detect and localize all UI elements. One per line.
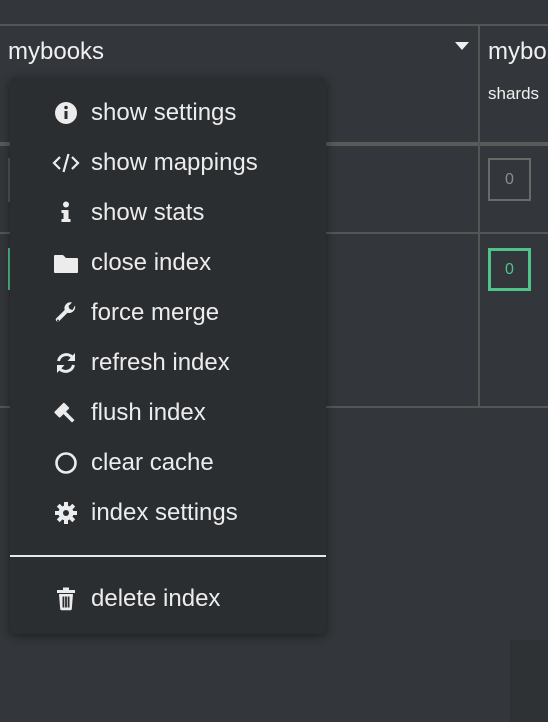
menu-item-label: show settings	[91, 99, 237, 126]
menu-item-label: show mappings	[91, 149, 258, 176]
grid-column-divider	[478, 24, 480, 408]
menu-item-label: close index	[91, 249, 212, 276]
menu-item-label: force merge	[91, 299, 220, 326]
index-name-header[interactable]: mybooks	[8, 38, 104, 66]
menu-item-delete-index[interactable]: delete index	[10, 577, 326, 621]
index-dropdown-caret-icon[interactable]	[455, 42, 469, 50]
menu-item-show-stats[interactable]: show stats	[10, 191, 326, 235]
info-icon	[52, 199, 80, 227]
menu-item-refresh-index[interactable]: refresh index	[10, 341, 326, 385]
menu-item-clear-cache[interactable]: clear cache	[10, 441, 326, 485]
refresh-icon	[52, 349, 80, 377]
menu-item-force-merge[interactable]: force merge	[10, 291, 326, 335]
menu-item-label: index settings	[91, 499, 238, 526]
menu-item-show-mappings[interactable]: show mappings	[10, 141, 326, 185]
menu-item-label: clear cache	[91, 449, 214, 476]
trash-icon	[52, 585, 80, 613]
menu-item-label: refresh index	[91, 349, 230, 376]
menu-item-show-settings[interactable]: show settings	[10, 91, 326, 135]
menu-divider	[10, 555, 326, 557]
info-circle-icon	[52, 99, 80, 127]
next-index-name-header[interactable]: mybo	[488, 38, 547, 66]
shard-unassigned[interactable]: 0	[488, 158, 531, 201]
menu-item-index-settings[interactable]: index settings	[10, 491, 326, 535]
menu-item-close-index[interactable]: close index	[10, 241, 326, 285]
index-actions-menu: show settings show mappings show stats c…	[10, 78, 326, 634]
circle-outline-icon	[52, 449, 80, 477]
corner-shade	[510, 640, 548, 722]
menu-item-label: show stats	[91, 199, 205, 226]
menu-item-flush-index[interactable]: flush index	[10, 391, 326, 435]
grid-line-top	[0, 24, 548, 26]
gavel-icon	[52, 399, 80, 427]
wrench-icon	[52, 299, 80, 327]
code-icon	[52, 149, 80, 177]
folder-icon	[52, 249, 80, 277]
gear-icon	[52, 499, 80, 527]
next-index-subtitle: shards	[488, 84, 540, 103]
menu-item-label: flush index	[91, 399, 206, 426]
menu-item-label: delete index	[91, 585, 221, 612]
shard-started[interactable]: 0	[488, 248, 531, 291]
